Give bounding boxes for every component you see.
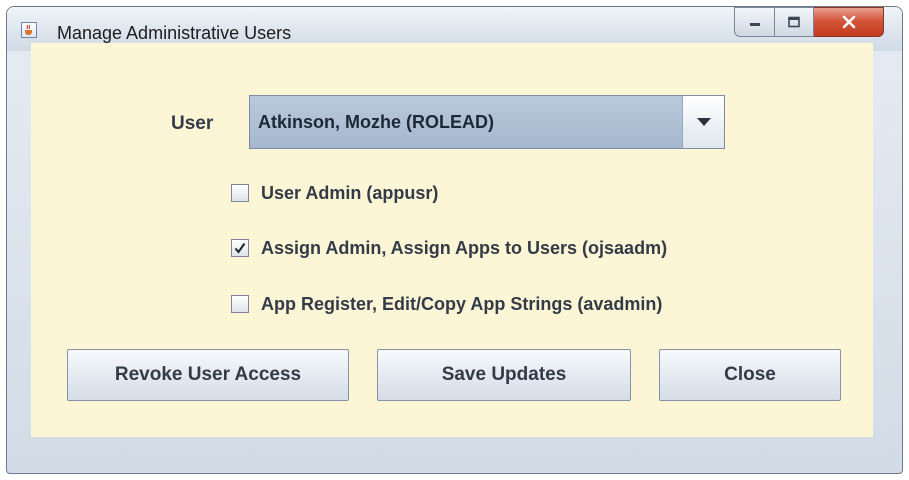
checkbox-assign-admin[interactable] [231, 239, 249, 257]
dialog-window: Manage Administrative Users User Atkinso… [6, 6, 903, 474]
window-controls [734, 7, 884, 43]
user-label: User [171, 113, 214, 134]
user-select[interactable]: Atkinson, Mozhe (ROLEAD) [249, 95, 725, 149]
window-title: Manage Administrative Users [57, 23, 292, 43]
user-select-value: Atkinson, Mozhe (ROLEAD) [258, 112, 494, 132]
checkbox-user-admin-row[interactable]: User Admin (appusr) [231, 181, 438, 205]
close-window-button[interactable] [814, 7, 884, 37]
minimize-icon [749, 23, 760, 26]
chevron-down-icon [696, 117, 711, 126]
checkbox-app-register-label: App Register, Edit/Copy App Strings (ava… [261, 293, 663, 314]
checkbox-app-register[interactable] [231, 295, 249, 313]
close-icon [842, 15, 855, 29]
checkmark-icon [234, 242, 246, 254]
checkbox-assign-admin-row[interactable]: Assign Admin, Assign Apps to Users (ojsa… [231, 236, 667, 260]
maximize-button[interactable] [774, 7, 814, 37]
java-cup-icon [21, 22, 37, 38]
minimize-button[interactable] [734, 7, 774, 37]
checkbox-app-register-row[interactable]: App Register, Edit/Copy App Strings (ava… [231, 292, 662, 316]
checkbox-assign-admin-label: Assign Admin, Assign Apps to Users (ojsa… [261, 237, 668, 258]
dialog-content: User Atkinson, Mozhe (ROLEAD) User Admin… [31, 43, 873, 437]
checkbox-user-admin[interactable] [231, 184, 249, 202]
maximize-icon [788, 16, 800, 28]
checkbox-user-admin-label: User Admin (appusr) [261, 182, 439, 203]
close-button[interactable]: Close [659, 349, 841, 401]
save-updates-button[interactable]: Save Updates [377, 349, 631, 401]
revoke-user-access-button[interactable]: Revoke User Access [67, 349, 349, 401]
dropdown-button[interactable] [682, 96, 724, 148]
